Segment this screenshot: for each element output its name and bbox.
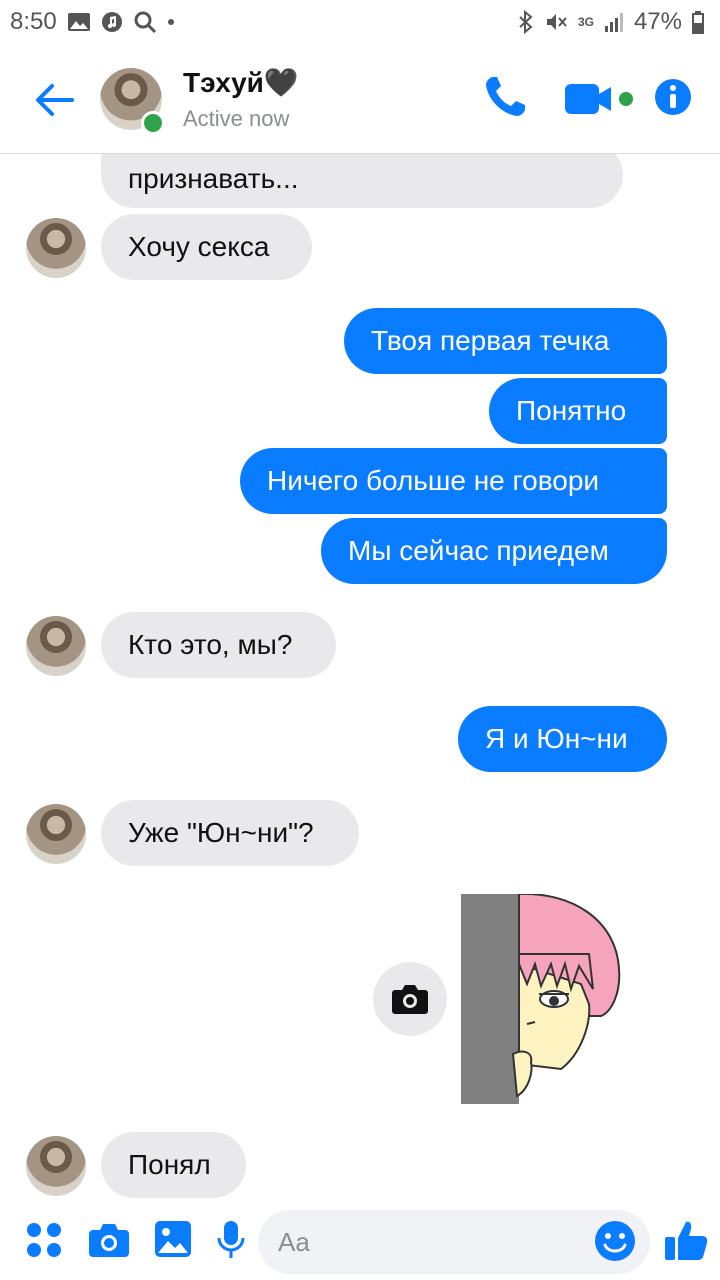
video-icon[interactable] [565,82,637,116]
conversation-header: Тэхуй🖤 Active now [0,44,720,154]
music-notification-icon [101,11,123,33]
gallery-notification-icon [67,11,91,33]
message-input-placeholder: Aa [278,1226,310,1257]
camera-shortcut-icon[interactable] [373,962,447,1036]
incoming-message[interactable]: признавать... [101,154,623,208]
battery-icon [692,10,704,34]
contact-avatar-small[interactable] [26,1136,86,1196]
gallery-icon[interactable] [154,1220,192,1258]
contact-avatar-small[interactable] [26,616,86,676]
bluetooth-icon [518,10,534,34]
outgoing-message[interactable]: Ничего больше не говори [240,448,667,514]
microphone-icon[interactable] [216,1220,246,1260]
incoming-message[interactable]: Понял [101,1132,246,1198]
outgoing-message[interactable]: Понятно [489,378,667,444]
contact-active-status: Active now [183,106,290,131]
thumbs-up-icon[interactable] [664,1218,708,1262]
search-notification-icon [133,10,157,34]
message-list[interactable]: признавать... Хочу секса Твоя первая теч… [0,154,720,1200]
composer-bar: Aa [0,1200,720,1280]
sticker-pink-haired-girl[interactable] [461,892,621,1104]
network-type: 3G [577,15,594,29]
outgoing-message[interactable]: Я и Юн~ни [458,706,667,772]
phone-icon[interactable] [482,74,528,120]
mute-icon [544,10,568,34]
back-arrow-icon[interactable] [32,78,76,122]
status-time: 8:50 [10,8,57,35]
contact-name[interactable]: Тэхуй🖤 [183,66,299,99]
camera-icon[interactable] [88,1222,130,1258]
status-bar: 8:50 3G 47% [0,0,720,44]
incoming-message[interactable]: Уже "Юн~ни"? [101,800,359,866]
outgoing-message[interactable]: Мы сейчас приедем [321,518,667,584]
more-notifications-dot-icon [167,18,175,26]
emoji-icon[interactable] [594,1220,636,1262]
online-status-dot [141,111,165,135]
battery-percent: 47% [633,8,682,35]
message-input[interactable]: Aa [258,1210,650,1274]
signal-icon [604,11,624,33]
contact-avatar-small[interactable] [26,804,86,864]
apps-icon[interactable] [26,1222,62,1258]
info-icon[interactable] [654,78,692,116]
outgoing-message[interactable]: Твоя первая течка [344,308,667,374]
incoming-message[interactable]: Хочу секса [101,214,312,280]
incoming-message[interactable]: Кто это, мы? [101,612,336,678]
contact-avatar-small[interactable] [26,218,86,278]
